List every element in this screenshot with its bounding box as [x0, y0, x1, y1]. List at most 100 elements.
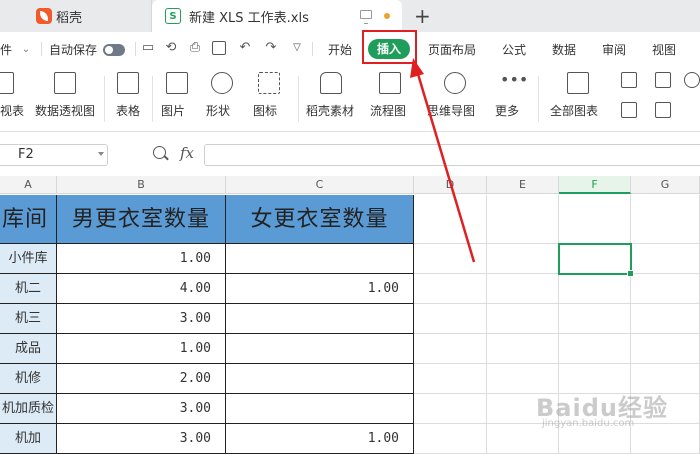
grid-cell[interactable]: [559, 304, 631, 334]
ribbon-icons[interactable]: 图标: [252, 72, 286, 118]
grid-cell[interactable]: [414, 274, 487, 304]
grid-cell[interactable]: [487, 195, 559, 244]
tab-data[interactable]: 数据: [552, 41, 576, 58]
cell-female[interactable]: [226, 394, 414, 424]
menu-file[interactable]: 件: [0, 41, 12, 58]
zoom-icon[interactable]: [153, 146, 166, 159]
ribbon-picture-label: 图片: [161, 104, 186, 118]
mindmap-icon: [444, 72, 466, 94]
ribbon-flowchart[interactable]: 流程图: [368, 72, 412, 118]
cell-male[interactable]: 4.00: [57, 274, 226, 304]
ribbon-shapes[interactable]: 形状: [205, 72, 239, 118]
header-cell-female-count[interactable]: 女更衣室数量: [226, 195, 414, 244]
grid-cell[interactable]: [414, 334, 487, 364]
tab-bar: 稻壳 S 新建 XLS 工作表.xls +: [0, 0, 700, 32]
ribbon-picture[interactable]: 图片: [160, 72, 194, 118]
grid-cell[interactable]: [559, 334, 631, 364]
tab-page-layout[interactable]: 页面布局: [428, 41, 476, 58]
grid-cell[interactable]: [631, 304, 700, 334]
tab-home[interactable]: 开始: [328, 41, 352, 58]
ribbon-column-chart[interactable]: [618, 72, 640, 88]
column-header-a[interactable]: A: [0, 176, 57, 194]
redo-icon[interactable]: ↷: [264, 41, 278, 55]
column-header-c[interactable]: C: [226, 176, 414, 194]
print-icon[interactable]: ⎙: [188, 41, 202, 55]
grid-cell[interactable]: [487, 304, 559, 334]
ribbon-table[interactable]: 表格: [114, 72, 142, 118]
cell-female[interactable]: [226, 334, 414, 364]
grid-cell[interactable]: [631, 195, 700, 244]
column-header-e[interactable]: E: [487, 176, 559, 194]
cell-name[interactable]: 成品: [0, 334, 57, 364]
column-header-b[interactable]: B: [57, 176, 226, 194]
cell-male[interactable]: 1.00: [57, 334, 226, 364]
ribbon-daoke-assets[interactable]: 稻壳素材: [306, 72, 356, 118]
undo-icon[interactable]: ↶: [238, 41, 252, 55]
pie-chart-icon: [684, 72, 700, 88]
ribbon-pie-chart[interactable]: [684, 72, 700, 88]
cell-name[interactable]: 机二: [0, 274, 57, 304]
grid-cell[interactable]: [414, 394, 487, 424]
ribbon-line-chart[interactable]: [652, 102, 674, 118]
save-icon[interactable]: ▭: [141, 41, 155, 55]
tab-spreadsheet[interactable]: S 新建 XLS 工作表.xls: [152, 0, 402, 32]
ribbon-bar-chart[interactable]: [652, 72, 674, 88]
ribbon-pivot-chart[interactable]: 数据透视图: [35, 72, 95, 118]
ribbon-mindmap[interactable]: 思维导图: [427, 72, 483, 118]
icons-icon: [258, 72, 280, 94]
tab-view[interactable]: 视图: [652, 41, 676, 58]
grid-cell[interactable]: [559, 274, 631, 304]
grid-cell[interactable]: [559, 195, 631, 244]
cell-name[interactable]: 机加质检: [0, 394, 57, 424]
divider: [135, 42, 136, 56]
cell-name[interactable]: 小件库: [0, 244, 57, 274]
cell-female[interactable]: [226, 244, 414, 274]
column-header-f[interactable]: F: [559, 176, 631, 194]
tab-daoke[interactable]: 稻壳: [0, 0, 152, 32]
grid-cell[interactable]: [487, 244, 559, 274]
cell-name[interactable]: 机修: [0, 364, 57, 394]
cell-male[interactable]: 2.00: [57, 364, 226, 394]
tab-formulas[interactable]: 公式: [502, 41, 526, 58]
grid-cell[interactable]: [414, 364, 487, 394]
chevron-down-icon[interactable]: ⌄: [19, 43, 33, 57]
header-cell-workshop[interactable]: 库间: [0, 195, 57, 244]
ribbon-pivot-table[interactable]: 视表: [0, 72, 26, 118]
column-header-d[interactable]: D: [414, 176, 487, 194]
chevron-down-icon[interactable]: ▽: [290, 41, 304, 55]
header-cell-male-count[interactable]: 男更衣室数量: [57, 195, 226, 244]
name-box[interactable]: F2: [0, 144, 108, 166]
cell-female[interactable]: 1.00: [226, 274, 414, 304]
active-cell-selection[interactable]: [558, 243, 634, 277]
print-preview-icon[interactable]: [212, 41, 226, 55]
ribbon-all-charts[interactable]: 全部图表: [550, 72, 606, 118]
grid-cell[interactable]: [631, 274, 700, 304]
shapes-icon: [211, 72, 233, 94]
grid-cell[interactable]: [487, 334, 559, 364]
column-header-g[interactable]: G: [631, 176, 700, 194]
ribbon-area-chart[interactable]: [618, 102, 640, 118]
cell-male[interactable]: 3.00: [57, 304, 226, 334]
cell-male[interactable]: 3.00: [57, 394, 226, 424]
autosave-toggle[interactable]: [103, 44, 125, 56]
chevron-down-icon[interactable]: [98, 152, 104, 156]
export-icon[interactable]: ⟲: [164, 41, 178, 55]
cell-female[interactable]: [226, 304, 414, 334]
grid-cell[interactable]: [631, 244, 700, 274]
grid-cell[interactable]: [487, 274, 559, 304]
ribbon-pivot-chart-label: 数据透视图: [35, 104, 96, 118]
new-tab-plus-icon[interactable]: +: [414, 4, 431, 28]
monitor-icon[interactable]: [360, 10, 372, 24]
grid-cell[interactable]: [414, 304, 487, 334]
cell-male[interactable]: 1.00: [57, 244, 226, 274]
grid-cell[interactable]: [414, 244, 487, 274]
cell-female[interactable]: [226, 364, 414, 394]
tab-review[interactable]: 审阅: [602, 41, 626, 58]
grid-cell[interactable]: [414, 195, 487, 244]
fx-icon[interactable]: fx: [180, 144, 194, 162]
ribbon-more[interactable]: ••• 更多: [494, 72, 528, 119]
grid-cell[interactable]: [631, 334, 700, 364]
formula-input[interactable]: [204, 144, 700, 166]
cell-name[interactable]: 机三: [0, 304, 57, 334]
insert-tab-highlight: [362, 30, 417, 64]
